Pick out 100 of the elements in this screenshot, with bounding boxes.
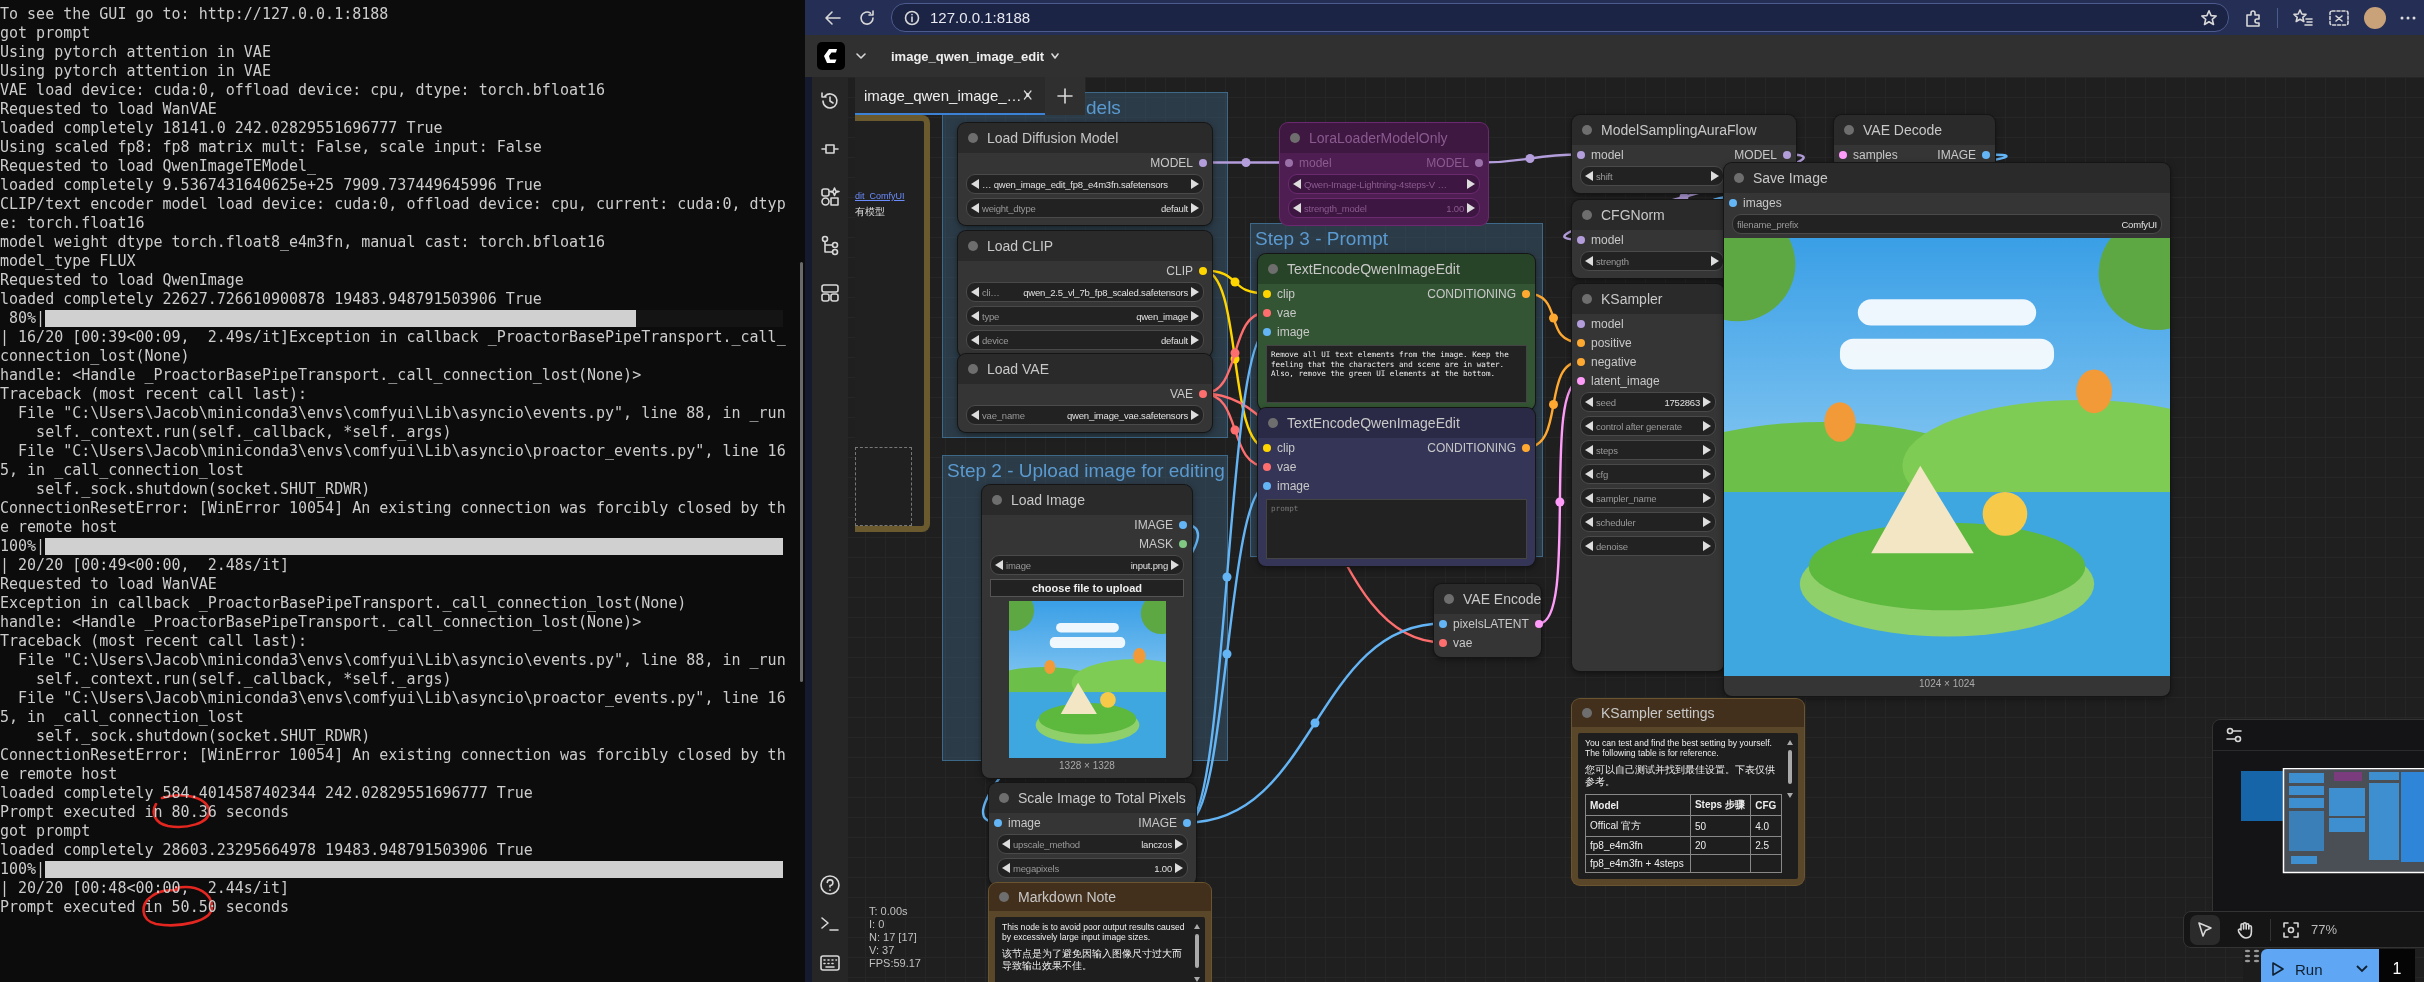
number-widget[interactable]: denoise	[1580, 536, 1716, 556]
favorites-icon[interactable]	[2292, 7, 2314, 28]
connection-dot[interactable]	[1199, 266, 1207, 275]
number-widget[interactable]: steps	[1580, 440, 1716, 460]
arrow-right-icon[interactable]	[1191, 287, 1199, 297]
connection-dot[interactable]	[1577, 319, 1585, 328]
arrow-left-icon[interactable]	[971, 203, 979, 213]
dropdown-widget[interactable]: control after generate	[1580, 416, 1716, 436]
puzzle-icon[interactable]	[2243, 7, 2263, 28]
connection-dot[interactable]	[1263, 443, 1271, 452]
history-icon[interactable]	[819, 90, 841, 112]
arrow-left-icon[interactable]	[971, 311, 979, 321]
arrow-right-icon[interactable]	[1191, 179, 1199, 189]
collapse-dot[interactable]	[1444, 594, 1454, 604]
connection-dot[interactable]	[1577, 357, 1585, 366]
star-icon[interactable]	[2200, 8, 2218, 27]
arrow-left-icon[interactable]	[1585, 517, 1593, 527]
connection-dot[interactable]	[1577, 376, 1585, 385]
arrow-right-icon[interactable]	[1467, 203, 1475, 213]
arrow-right-icon[interactable]	[1191, 203, 1199, 213]
reload-icon[interactable]	[857, 7, 877, 28]
dropdown-widget[interactable]: device default	[966, 330, 1204, 350]
arrow-left-icon[interactable]	[1585, 256, 1593, 266]
address-field[interactable]: 127.0.0.1:8188	[891, 3, 2229, 32]
batch-count-field[interactable]: 1	[2379, 949, 2415, 982]
drag-handle-icon[interactable]	[2243, 949, 2261, 963]
info-icon[interactable]	[904, 9, 920, 26]
fit-view-icon[interactable]	[2281, 919, 2301, 940]
number-widget[interactable]: strength	[1580, 251, 1724, 271]
keyboard-icon[interactable]	[819, 952, 841, 974]
sliders-icon[interactable]	[2225, 726, 2243, 744]
arrow-right-icon[interactable]	[1191, 311, 1199, 321]
arrow-left-icon[interactable]	[1002, 863, 1010, 873]
upload-button[interactable]: choose file to upload	[990, 579, 1184, 597]
collapse-dot[interactable]	[999, 793, 1009, 803]
number-widget[interactable]: cfg	[1580, 464, 1716, 484]
connection-dot[interactable]	[1577, 150, 1585, 159]
arrow-right-icon[interactable]	[1191, 335, 1199, 345]
dropdown-widget[interactable]: upscale_method lanczos	[997, 834, 1188, 854]
zoom-level[interactable]: 77%	[2311, 922, 2338, 937]
arrow-right-icon[interactable]	[1703, 469, 1711, 479]
collapse-dot[interactable]	[1582, 708, 1592, 718]
dropdown-widget[interactable]: vae_name qwen_image_vae.safetensors	[966, 405, 1204, 425]
connection-dot[interactable]	[1199, 389, 1207, 398]
dropdown-widget[interactable]: scheduler	[1580, 512, 1716, 532]
dropdown-widget[interactable]: type qwen_image	[966, 306, 1204, 326]
arrow-left-icon[interactable]	[1293, 179, 1301, 189]
screenshot-icon[interactable]	[2328, 7, 2350, 28]
collapse-dot[interactable]	[1582, 125, 1592, 135]
arrow-right-icon[interactable]	[1703, 421, 1711, 431]
template-icon[interactable]	[819, 282, 841, 304]
arrow-right-icon[interactable]	[1175, 839, 1183, 849]
arrow-left-icon[interactable]	[1585, 171, 1593, 181]
connection-dot[interactable]	[1263, 289, 1271, 298]
connection-dot[interactable]	[1475, 158, 1483, 167]
node-tree-icon[interactable]	[819, 234, 841, 256]
new-tab-button[interactable]	[1045, 77, 1085, 115]
number-widget[interactable]: megapixels 1.00	[997, 858, 1188, 878]
arrow-left-icon[interactable]	[971, 179, 979, 189]
arrow-right-icon[interactable]	[1467, 179, 1475, 189]
arrow-right-icon[interactable]	[1703, 517, 1711, 527]
text-widget[interactable]: filename_prefix ComfyUI	[1732, 214, 2162, 234]
number-widget[interactable]: seed 1752863	[1580, 392, 1716, 412]
collapse-dot[interactable]	[1268, 264, 1278, 274]
collapse-dot[interactable]	[1268, 418, 1278, 428]
close-icon[interactable]	[1021, 88, 1033, 102]
tool-button[interactable]	[2190, 914, 2220, 945]
link[interactable]: dit_ComfyUI	[855, 191, 924, 201]
collapse-dot[interactable]	[1290, 133, 1300, 143]
collapse-dot[interactable]	[968, 133, 978, 143]
workflow-tab[interactable]: image_qwen_image_…	[855, 77, 1045, 115]
arrow-left-icon[interactable]	[971, 287, 979, 297]
dropdown-widget[interactable]: weight_dtype default	[966, 198, 1204, 218]
connection-dot[interactable]	[1179, 520, 1187, 529]
arrow-left-icon[interactable]	[1585, 469, 1593, 479]
arrow-left-icon[interactable]	[1585, 397, 1593, 407]
connection-dot[interactable]	[1439, 619, 1447, 628]
connection-dot[interactable]	[1522, 289, 1530, 298]
connection-dot[interactable]	[1522, 443, 1530, 452]
arrow-left-icon[interactable]	[971, 410, 979, 420]
arrow-right-icon[interactable]	[1703, 445, 1711, 455]
connection-dot[interactable]	[1263, 308, 1271, 317]
scrollbar[interactable]	[800, 262, 803, 682]
connection-dot[interactable]	[1577, 235, 1585, 244]
arrow-left-icon[interactable]	[1002, 839, 1010, 849]
scrollbar[interactable]	[1786, 739, 1794, 799]
arrow-right-icon[interactable]	[1711, 256, 1719, 266]
dropdown-widget[interactable]: image input.png	[990, 555, 1184, 575]
avatar[interactable]	[2364, 6, 2386, 29]
dropdown-widget[interactable]: … qwen_image_edit_fp8_e4m3fn.safetensors	[966, 174, 1204, 194]
collapse-dot[interactable]	[992, 495, 1002, 505]
connection-dot[interactable]	[1263, 327, 1271, 336]
connection-dot[interactable]	[1285, 158, 1293, 167]
connection-dot[interactable]	[1183, 818, 1191, 827]
help-icon[interactable]	[819, 874, 841, 896]
arrow-left-icon[interactable]	[1585, 493, 1593, 503]
arrow-left-icon[interactable]	[1293, 203, 1301, 213]
arrow-right-icon[interactable]	[1703, 541, 1711, 551]
workflow-menu-button[interactable]: image_qwen_image_edit	[877, 48, 1061, 64]
shapes-icon[interactable]	[819, 186, 841, 208]
